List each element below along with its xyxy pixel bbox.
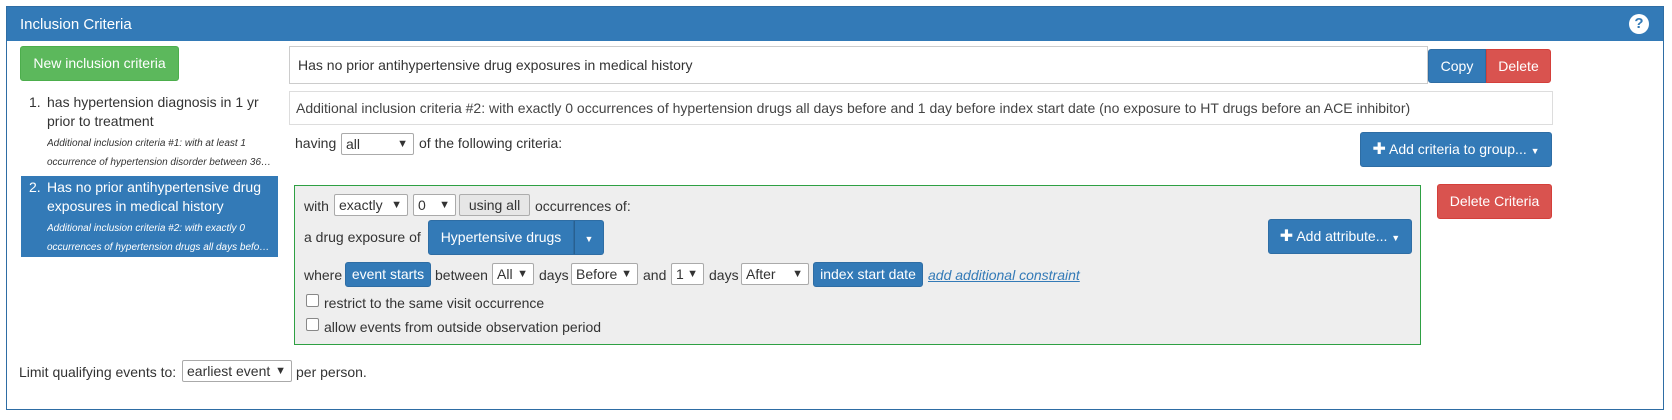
end-days-select[interactable]: 1 ▼ <box>671 263 704 285</box>
using-all-button[interactable]: using all <box>459 194 530 216</box>
add-criteria-to-group-label: Add criteria to group... <box>1388 141 1527 157</box>
add-attribute-label: Add attribute... <box>1296 228 1388 244</box>
chevron-down-icon: ▼ <box>439 199 450 211</box>
limit-select-value: earliest event <box>187 363 271 379</box>
restrict-visit-checkbox[interactable] <box>306 294 319 307</box>
panel-header: Inclusion Criteria ? <box>7 7 1663 41</box>
rule-description: Additional inclusion criteria #2: with e… <box>47 223 269 253</box>
and-label: and <box>643 267 667 283</box>
inclusion-criteria-panel: Inclusion Criteria ? New inclusion crite… <box>6 6 1664 410</box>
rule-item-2[interactable]: 2. Has no prior antihypertensive drug ex… <box>21 176 278 257</box>
days-label: days <box>709 267 739 283</box>
plus-icon: ✚ <box>1279 228 1294 245</box>
add-additional-constraint-link[interactable]: add additional constraint <box>928 267 1080 283</box>
hypertensive-drugs-button[interactable]: Hypertensive drugs <box>428 220 574 255</box>
count-type-value: exactly <box>339 197 383 213</box>
start-days-select[interactable]: All ▼ <box>492 263 534 285</box>
where-label: where <box>304 267 343 283</box>
end-direction-select[interactable]: After ▼ <box>741 263 809 285</box>
having-select-value: all <box>346 136 361 152</box>
allow-outside-checkbox[interactable] <box>306 318 319 331</box>
chevron-down-icon: ▼ <box>275 365 286 377</box>
criteria-group-box: with exactly ▼ 0 ▼ using all occurrences… <box>294 185 1421 345</box>
add-attribute-button[interactable]: ✚ Add attribute... ▼ <box>1268 219 1412 254</box>
caret-down-icon: ▼ <box>584 234 594 244</box>
with-label: with <box>304 198 329 214</box>
limit-label: Limit qualifying events to: <box>19 364 177 380</box>
rule-number: 1. <box>29 94 41 110</box>
delete-criteria-button[interactable]: Delete Criteria <box>1437 184 1552 219</box>
count-value: 0 <box>418 197 426 213</box>
allow-outside-label: allow events from outside observation pe… <box>324 319 602 335</box>
having-label: having <box>295 135 337 151</box>
start-direction-value: Before <box>576 266 618 282</box>
chevron-down-icon: ▼ <box>391 199 402 211</box>
event-starts-button[interactable]: event starts <box>345 262 431 287</box>
drug-exposure-label: a drug exposure of <box>304 229 421 245</box>
restrict-visit-label: restrict to the same visit occurrence <box>324 295 545 311</box>
panel-title: Inclusion Criteria <box>20 16 132 33</box>
caret-down-icon: ▼ <box>1530 146 1540 156</box>
index-start-date-button[interactable]: index start date <box>813 262 923 287</box>
copy-button[interactable]: Copy <box>1428 49 1486 83</box>
end-days-value: 1 <box>676 266 684 282</box>
between-label: between <box>435 267 488 283</box>
delete-button[interactable]: Delete <box>1486 49 1551 83</box>
limit-select[interactable]: earliest event ▼ <box>182 360 292 382</box>
following-criteria-label: of the following criteria: <box>419 135 563 151</box>
question-circle-icon[interactable]: ? <box>1629 14 1649 34</box>
chevron-down-icon: ▼ <box>517 268 528 280</box>
occurrences-label: occurrences of: <box>535 198 631 214</box>
criteria-description[interactable]: Additional inclusion criteria #2: with e… <box>289 91 1553 125</box>
chevron-down-icon: ▼ <box>792 268 803 280</box>
limit-suffix: per person. <box>296 364 367 380</box>
add-criteria-to-group-button[interactable]: ✚ Add criteria to group... ▼ <box>1360 132 1552 167</box>
days-label: days <box>539 267 569 283</box>
chevron-down-icon: ▼ <box>687 268 698 280</box>
rule-description: Additional inclusion criteria #1: with a… <box>47 138 267 168</box>
rule-item-1[interactable]: 1. has hypertension diagnosis in 1 yr pr… <box>21 91 278 171</box>
start-days-value: All <box>497 266 513 282</box>
concept-set-dropdown-toggle[interactable]: ▼ <box>574 220 604 255</box>
rule-name: Has no prior antihypertensive drug expos… <box>47 179 262 214</box>
count-value-select[interactable]: 0 ▼ <box>413 194 456 216</box>
rule-number: 2. <box>29 179 41 195</box>
plus-icon: ✚ <box>1372 141 1386 158</box>
inclusion-rule-list: 1. has hypertension diagnosis in 1 yr pr… <box>21 91 278 257</box>
end-direction-value: After <box>746 266 776 282</box>
new-inclusion-criteria-button[interactable]: New inclusion criteria <box>20 46 179 81</box>
chevron-down-icon: ▼ <box>621 268 632 280</box>
rule-name: has hypertension diagnosis in 1 yr prior… <box>47 94 259 129</box>
having-select[interactable]: all ▼ <box>341 133 414 155</box>
chevron-down-icon: ▼ <box>397 138 408 150</box>
start-direction-select[interactable]: Before ▼ <box>571 263 638 285</box>
caret-down-icon: ▼ <box>1391 233 1401 243</box>
count-type-select[interactable]: exactly ▼ <box>334 194 408 216</box>
criteria-name-input[interactable] <box>289 46 1428 84</box>
